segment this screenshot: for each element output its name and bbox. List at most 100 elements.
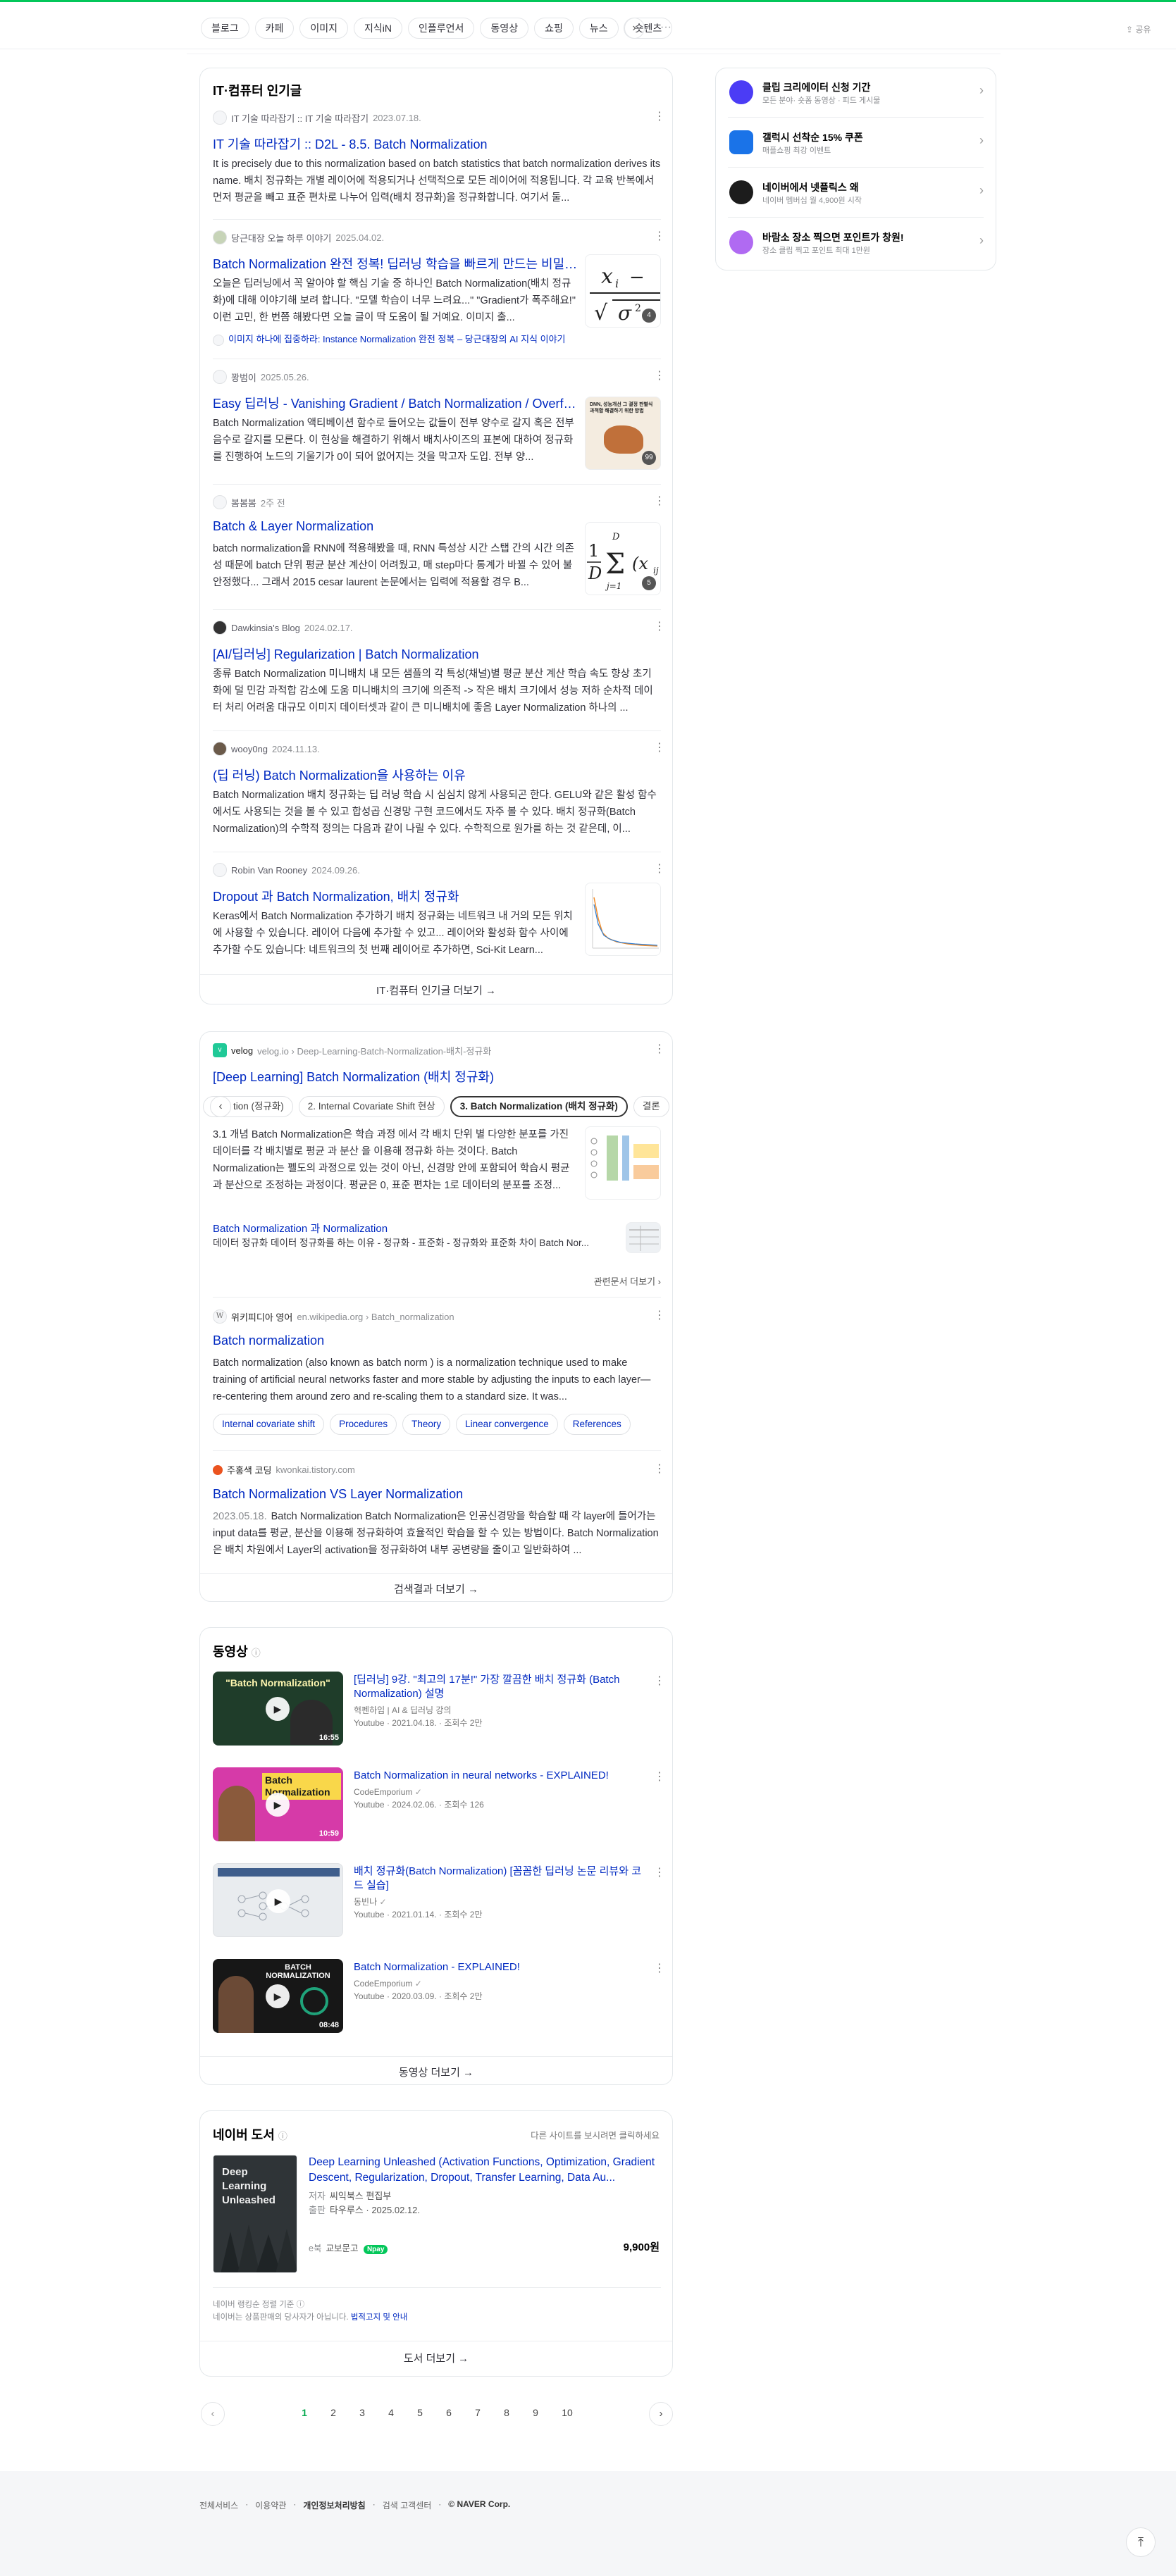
chip-section-active[interactable]: 3. Batch Normalization (배치 정규화)	[450, 1096, 628, 1117]
video-title[interactable]: Batch Normalization in neural networks -…	[354, 1769, 650, 1783]
more-options-icon[interactable]: ⋮	[654, 742, 665, 754]
book-more-link[interactable]: 도서 더보기 →	[200, 2351, 672, 2365]
result-thumbnail[interactable]: x i − √ σ 2 4	[585, 254, 661, 328]
next-page-button[interactable]: ›	[649, 2402, 673, 2426]
chip-section[interactable]: 결론	[633, 1096, 669, 1117]
author[interactable]: Dawkinsia's Blog	[231, 623, 300, 633]
tab-influencer[interactable]: 인플루언서	[408, 18, 475, 39]
store-row[interactable]: e북 교보문고 Npay	[309, 2241, 388, 2254]
more-options-icon[interactable]: ⋮	[654, 1867, 665, 1879]
play-icon[interactable]: ▶	[266, 1793, 290, 1817]
tab-news[interactable]: 뉴스	[578, 18, 619, 39]
page-10[interactable]: 10	[560, 2407, 574, 2418]
site-name[interactable]: 주홍색 코딩	[227, 1463, 271, 1476]
tab-cafe[interactable]: 카페	[254, 18, 295, 39]
more-options-icon[interactable]: ⋮	[654, 231, 665, 242]
more-options-icon[interactable]: ⋮	[654, 1310, 665, 1321]
chevron-left-icon[interactable]: ‹	[210, 1096, 231, 1117]
share-button[interactable]: ⇪ 공유	[1126, 23, 1151, 35]
footer-link-help[interactable]: 검색 고객센터	[383, 2499, 432, 2511]
video-title[interactable]: [딥러닝] 9강. "최고의 17분!" 가장 깔끔한 배치 정규화 (Batc…	[354, 1673, 650, 1701]
author[interactable]: wooy0ng	[231, 744, 268, 754]
page-6[interactable]: 6	[442, 2407, 456, 2418]
page-3[interactable]: 3	[355, 2407, 369, 2418]
result-title[interactable]: Easy 딥러닝 - Vanishing Gradient / Batch No…	[213, 394, 578, 412]
more-options-icon[interactable]: ⋮	[654, 1963, 665, 1974]
other-sites-hint[interactable]: 다른 사이트를 보시려면 클릭하세요	[531, 2128, 660, 2141]
result-title[interactable]: (딥 러닝) Batch Normalization을 사용하는 이유	[213, 766, 657, 784]
book-cover[interactable]: Deep Learning Unleashed	[213, 2155, 297, 2273]
video-thumbnail[interactable]: ▶	[213, 1863, 343, 1937]
web-more-link[interactable]: 검색결과 더보기 →	[200, 1581, 672, 1596]
result-thumbnail[interactable]	[585, 1126, 661, 1200]
page-5[interactable]: 5	[413, 2407, 427, 2418]
video-more-link[interactable]: 동영상 더보기 →	[200, 2065, 672, 2079]
related-docs-link[interactable]: 관련문서 더보기 ›	[567, 1274, 661, 1288]
info-icon[interactable]: ⓘ	[252, 1648, 261, 1658]
result-title[interactable]: Batch & Layer Normalization	[213, 519, 578, 534]
tab-kin[interactable]: 지식iN	[354, 18, 403, 39]
prev-page-button[interactable]: ‹	[201, 2402, 225, 2426]
chevron-right-icon[interactable]: ›	[624, 18, 645, 39]
page-9[interactable]: 9	[528, 2407, 543, 2418]
author[interactable]: 꽝범이	[231, 371, 256, 384]
more-options-icon[interactable]: ⋮	[654, 864, 665, 875]
result-thumbnail[interactable]	[585, 883, 661, 956]
page-1[interactable]: 1	[297, 2407, 311, 2418]
page-2[interactable]: 2	[326, 2407, 340, 2418]
result-title[interactable]: [Deep Learning] Batch Normalization (배치 …	[213, 1067, 657, 1085]
video-thumbnail[interactable]: Batch Normalization ▶ 10:59	[213, 1767, 343, 1841]
legal-link[interactable]: 법적고지 및 안내	[351, 2313, 407, 2322]
chip-section[interactable]: Theory	[402, 1414, 451, 1435]
sub-result-title[interactable]: Batch Normalization 과 Normalization	[213, 1221, 607, 1236]
video-title[interactable]: Batch Normalization - EXPLAINED!	[354, 1960, 650, 1974]
related-post-link[interactable]: 이미지 하나에 집중하라: Instance Normalization 완전 …	[213, 332, 636, 346]
book-title[interactable]: Deep Learning Unleashed (Activation Func…	[309, 2155, 661, 2186]
video-thumbnail[interactable]: BATCH NORMALIZATION ▶ 08:48	[213, 1959, 343, 2033]
video-title[interactable]: 배치 정규화(Batch Normalization) [꼼꼼한 딥러닝 논문 …	[354, 1865, 650, 1893]
result-thumbnail[interactable]: 1 D D Σ j=1 (x ij 5	[585, 522, 661, 595]
side-promo-item[interactable]: 갤럭시 선착순 15% 쿠폰 매플쇼핑 최강 이벤트 ›	[717, 118, 995, 167]
page-8[interactable]: 8	[500, 2407, 514, 2418]
side-promo-item[interactable]: 네이버에서 넷플릭스 왜 네이버 멤버십 월 4,900원 시작 ›	[717, 168, 995, 217]
tab-blog[interactable]: 블로그	[201, 18, 249, 39]
result-thumbnail[interactable]: DNN, 성능개선 그 결정 판별식 과적합 해결하기 위한 방법 99	[585, 397, 661, 470]
chip-section[interactable]: Internal covariate shift	[213, 1414, 325, 1435]
result-title[interactable]: Batch normalization	[213, 1333, 657, 1348]
more-options-icon[interactable]: ⋮	[654, 1676, 665, 1687]
more-tabs-icon[interactable]: ···	[655, 18, 676, 39]
side-promo-item[interactable]: 클립 크리에이터 신청 기간 모든 분야· 숏폼 동영상 · 피드 게시물 ›	[717, 68, 995, 117]
author[interactable]: 당근대장 오늘 하루 이야기	[231, 231, 331, 244]
play-icon[interactable]: ▶	[266, 1984, 290, 2008]
side-promo-item[interactable]: 바람소 장소 찍으면 포인트가 창원! 장소 클립 찍고 포인트 최대 1만원 …	[717, 218, 995, 267]
result-title[interactable]: Batch Normalization VS Layer Normalizati…	[213, 1487, 657, 1502]
more-options-icon[interactable]: ⋮	[654, 111, 665, 123]
more-options-icon[interactable]: ⋮	[654, 1044, 665, 1055]
tab-shopping[interactable]: 쇼핑	[534, 18, 574, 39]
chip-section[interactable]: Procedures	[330, 1414, 397, 1435]
info-icon[interactable]: ⓘ	[278, 2131, 287, 2141]
more-options-icon[interactable]: ⋮	[654, 1464, 665, 1475]
author[interactable]: 봄봄봄	[231, 496, 256, 509]
result-title[interactable]: [AI/딥러닝] Regularization | Batch Normaliz…	[213, 645, 657, 663]
footer-link-all-services[interactable]: 전체서비스	[199, 2499, 238, 2511]
scroll-to-top-button[interactable]: ⤒	[1126, 2527, 1156, 2557]
footer-link-terms[interactable]: 이용약관	[255, 2499, 286, 2511]
chip-section[interactable]: 2. Internal Covariate Shift 현상	[298, 1096, 445, 1117]
author[interactable]: IT 기술 따라잡기 :: IT 기술 따라잡기	[231, 111, 369, 125]
video-thumbnail[interactable]: "Batch Normalization" ▶ 16:55	[213, 1672, 343, 1746]
chip-section[interactable]: References	[563, 1414, 631, 1435]
more-options-icon[interactable]: ⋮	[654, 496, 665, 507]
more-options-icon[interactable]: ⋮	[654, 621, 665, 633]
page-4[interactable]: 4	[384, 2407, 398, 2418]
more-options-icon[interactable]: ⋮	[654, 371, 665, 382]
chip-section[interactable]: Linear convergence	[456, 1414, 558, 1435]
tab-video[interactable]: 동영상	[480, 18, 529, 39]
site-name[interactable]: velog	[231, 1045, 253, 1056]
footer-link-privacy[interactable]: 개인정보처리방침	[303, 2499, 365, 2511]
more-options-icon[interactable]: ⋮	[654, 1772, 665, 1783]
result-title[interactable]: Dropout 과 Batch Normalization, 배치 정규화	[213, 887, 578, 905]
sub-result-thumbnail[interactable]	[626, 1222, 661, 1253]
site-name[interactable]: 위키피디아 영어	[231, 1310, 292, 1324]
popular-more-link[interactable]: IT·컴퓨터 인기글 더보기 →	[200, 983, 672, 997]
